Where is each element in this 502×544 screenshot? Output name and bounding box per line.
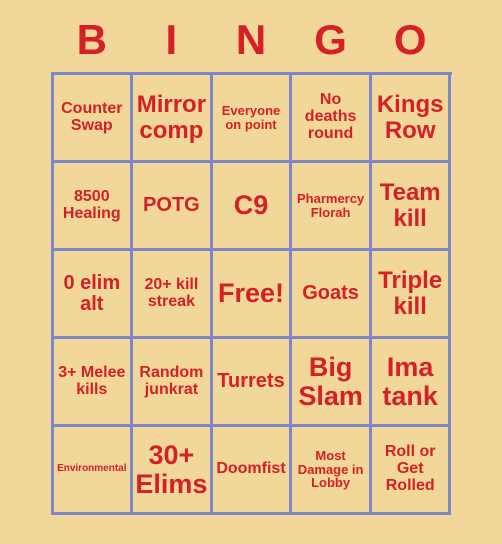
bingo-cell[interactable]: Doomfist xyxy=(212,427,293,515)
bingo-card: B I N G O Counter Swap Mirror comp Every… xyxy=(0,0,502,544)
bingo-cell[interactable]: No deaths round xyxy=(292,75,372,163)
bingo-grid: Counter Swap Mirror comp Everyone on poi… xyxy=(50,72,452,515)
bingo-cell[interactable]: Goats xyxy=(292,251,372,339)
bingo-cell[interactable]: 3+ Melee kills xyxy=(53,339,134,427)
bingo-cell[interactable]: Everyone on point xyxy=(212,75,293,163)
bingo-cell[interactable]: Triple kill xyxy=(371,251,452,339)
bingo-cell[interactable]: Random junkrat xyxy=(133,339,213,427)
bingo-cell[interactable]: 0 elim alt xyxy=(53,251,134,339)
bingo-cell-free[interactable]: Free! xyxy=(212,251,293,339)
bingo-cell[interactable]: 8500 Healing xyxy=(53,163,134,251)
bingo-cell[interactable]: Turrets xyxy=(212,339,293,427)
bingo-cell[interactable]: POTG xyxy=(133,163,213,251)
bingo-cell[interactable]: Most Damage in Lobby xyxy=(292,427,372,515)
bingo-cell[interactable]: Environmental xyxy=(53,427,134,515)
bingo-header-letter-b: B xyxy=(76,16,107,63)
bingo-cell[interactable]: Kings Row xyxy=(371,75,452,163)
bingo-header-letter-i: I xyxy=(165,16,178,63)
bingo-cell[interactable]: 30+ Elims xyxy=(133,427,213,515)
bingo-header-row: B I N G O xyxy=(52,16,450,64)
bingo-cell[interactable]: Big Slam xyxy=(292,339,372,427)
bingo-header-letter-n: N xyxy=(235,16,267,63)
bingo-cell[interactable]: Counter Swap xyxy=(53,75,134,163)
bingo-header-letter-o: O xyxy=(393,16,427,63)
bingo-cell[interactable]: C9 xyxy=(212,163,293,251)
bingo-cell[interactable]: Pharmercy Florah xyxy=(292,163,372,251)
bingo-cell[interactable]: 20+ kill streak xyxy=(133,251,213,339)
bingo-cell[interactable]: Ima tank xyxy=(371,339,452,427)
bingo-cell[interactable]: Team kill xyxy=(371,163,452,251)
bingo-cell[interactable]: Roll or Get Rolled xyxy=(371,427,452,515)
bingo-cell[interactable]: Mirror comp xyxy=(133,75,213,163)
bingo-header-letter-g: G xyxy=(314,16,347,63)
